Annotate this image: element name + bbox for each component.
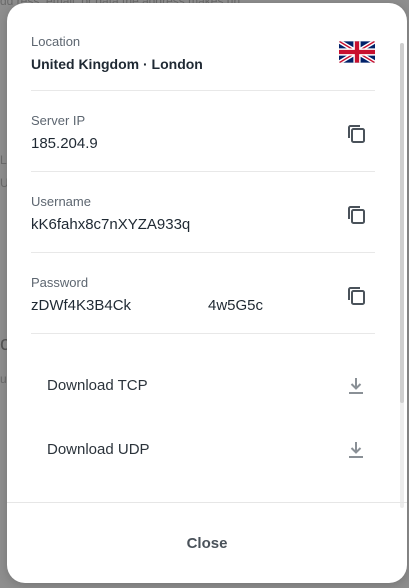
copy-icon[interactable] bbox=[345, 122, 369, 146]
location-value: United Kingdom · London bbox=[31, 56, 203, 72]
download-icon bbox=[349, 442, 363, 458]
location-label: Location bbox=[31, 34, 81, 49]
password-value-start[interactable]: zDWf4K3B4Ck bbox=[31, 297, 131, 314]
copy-icon[interactable] bbox=[345, 203, 369, 227]
download-udp-button[interactable]: Download UDP bbox=[47, 436, 367, 466]
scrollbar-thumb[interactable] bbox=[400, 43, 404, 403]
download-tcp-label: Download TCP bbox=[47, 377, 148, 394]
server-ip-value[interactable]: 185.204.9 bbox=[31, 135, 98, 152]
download-tcp-button[interactable]: Download TCP bbox=[47, 372, 367, 402]
password-row: Password zDWf4K3B4Ck 4w5G5c bbox=[31, 253, 375, 334]
download-udp-label: Download UDP bbox=[47, 441, 150, 458]
uk-flag-icon bbox=[339, 41, 375, 63]
copy-icon[interactable] bbox=[345, 284, 369, 308]
download-icon bbox=[349, 378, 363, 394]
server-ip-label: Server IP bbox=[31, 113, 86, 128]
server-ip-row: Server IP 185.204.9 bbox=[31, 91, 375, 172]
password-value-end[interactable]: 4w5G5c bbox=[208, 297, 263, 314]
backdrop-text-u2: u bbox=[0, 372, 7, 386]
username-label: Username bbox=[31, 194, 91, 209]
username-value[interactable]: kK6fahx8c7nXYZA933q bbox=[31, 216, 190, 233]
username-row: Username kK6fahx8c7nXYZA933q bbox=[31, 172, 375, 253]
password-label: Password bbox=[31, 275, 89, 290]
server-details-modal: Location United Kingdom · London Server … bbox=[7, 3, 407, 583]
close-button[interactable]: Close bbox=[7, 503, 407, 583]
location-row: Location United Kingdom · London bbox=[31, 29, 375, 91]
